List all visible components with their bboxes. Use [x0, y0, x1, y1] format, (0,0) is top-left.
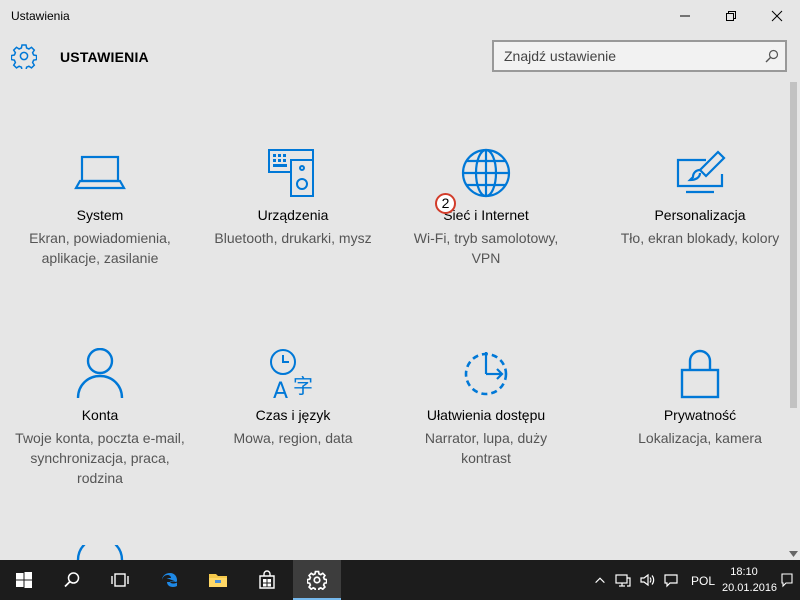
close-button[interactable] — [754, 0, 800, 32]
clock-date: 20.01.2016 — [722, 582, 778, 594]
search-input[interactable] — [494, 42, 764, 70]
devices-icon — [268, 149, 314, 197]
store-icon — [259, 570, 275, 589]
tile-description: Wi-Fi, tryb samolotowy, VPN — [413, 230, 559, 266]
tile-description: Tło, ekran blokady, kolory — [620, 230, 780, 246]
tile-description: Bluetooth, drukarki, mysz — [214, 230, 372, 246]
step-number-badge: 2 — [435, 193, 456, 214]
laptop-icon — [74, 155, 126, 190]
tile-description: Narrator, lupa, duży kontrast — [424, 430, 548, 466]
network-icon — [615, 574, 631, 587]
restore-button[interactable] — [708, 0, 754, 32]
gear-icon — [307, 570, 327, 590]
minimize-button[interactable] — [662, 0, 708, 32]
show-hidden-icons-button[interactable] — [592, 572, 608, 588]
clock-time: 18:10 — [730, 566, 758, 578]
settings-header: USTAWIENIA — [0, 32, 800, 82]
tile-privacy[interactable]: Prywatność Lokalizacja, kamera — [600, 348, 800, 448]
window-title: Ustawienia — [11, 9, 70, 23]
close-icon — [771, 10, 783, 22]
globe-icon — [461, 148, 511, 198]
tile-devices[interactable]: Urządzenia Bluetooth, drukarki, mysz — [193, 148, 393, 248]
clock[interactable]: 18:10 20.01.2016 — [722, 564, 778, 596]
person-icon — [76, 348, 124, 399]
tile-description: Mowa, region, data — [233, 430, 353, 446]
start-button[interactable] — [0, 560, 48, 600]
tile-system[interactable]: System Ekran, powiadomienia, aplikacje, … — [0, 148, 200, 268]
tile-description: Ekran, powiadomienia, aplikacje, zasilan… — [29, 230, 171, 266]
tile-name: Ułatwienia dostępu — [426, 407, 546, 423]
speaker-icon — [640, 573, 655, 587]
edge-icon — [162, 573, 178, 587]
lock-icon — [680, 349, 720, 399]
tile-personalization[interactable]: Personalizacja Tło, ekran blokady, kolor… — [600, 148, 800, 248]
tile-time-language[interactable]: A 字 Czas i język Mowa, region, data — [193, 348, 393, 448]
chevron-up-icon — [595, 577, 605, 584]
task-view-icon — [111, 573, 129, 587]
title-bar: Ustawienia — [0, 0, 800, 32]
update-security-icon[interactable] — [72, 545, 128, 560]
personalization-icon — [676, 150, 726, 194]
gear-icon — [11, 44, 37, 69]
tile-name: Personalizacja — [654, 207, 746, 223]
action-center-button[interactable] — [780, 568, 794, 592]
page-title: USTAWIENIA — [60, 49, 149, 65]
notifications-tray-button[interactable] — [663, 572, 679, 588]
ease-of-access-icon — [464, 352, 508, 396]
network-tray-button[interactable] — [615, 572, 631, 588]
taskbar-search-button[interactable] — [48, 560, 96, 600]
tile-name: Prywatność — [663, 407, 737, 423]
windows-logo-icon — [16, 572, 32, 588]
svg-text:字: 字 — [293, 374, 313, 398]
edge-browser-button[interactable] — [146, 560, 194, 600]
tile-ease-of-access[interactable]: Ułatwienia dostępu Narrator, lupa, duży … — [386, 348, 586, 468]
tile-description: Lokalizacja, kamera — [638, 430, 762, 446]
scroll-down-arrow-icon[interactable] — [789, 550, 798, 558]
search-icon[interactable] — [765, 49, 779, 63]
svg-text:A: A — [273, 379, 288, 400]
tile-name: Czas i język — [255, 407, 331, 423]
settings-taskbar-button[interactable] — [293, 560, 341, 600]
taskbar: POL 18:10 20.01.2016 — [0, 560, 800, 600]
search-box[interactable] — [492, 40, 787, 72]
tile-name: System — [76, 207, 124, 223]
tile-name: Konta — [81, 407, 119, 423]
tile-name: Urządzenia — [257, 207, 329, 223]
search-icon — [64, 572, 80, 588]
store-button[interactable] — [243, 560, 291, 600]
folder-icon — [209, 574, 227, 587]
task-view-button[interactable] — [96, 560, 144, 600]
minimize-icon — [680, 15, 690, 17]
action-center-icon — [781, 573, 793, 588]
restore-icon — [726, 11, 736, 21]
volume-tray-button[interactable] — [639, 572, 655, 588]
file-explorer-button[interactable] — [194, 560, 242, 600]
tile-network[interactable]: Sieć i Internet Wi-Fi, tryb samolotowy, … — [386, 148, 586, 268]
time-language-icon: A 字 — [270, 349, 313, 400]
message-icon — [664, 574, 678, 588]
tile-description: Twoje konta, poczta e-mail, synchronizac… — [15, 430, 185, 486]
tile-accounts[interactable]: Konta Twoje konta, poczta e-mail, synchr… — [0, 348, 200, 488]
tile-name: Sieć i Internet — [443, 207, 529, 223]
input-language-indicator[interactable]: POL — [691, 574, 715, 588]
